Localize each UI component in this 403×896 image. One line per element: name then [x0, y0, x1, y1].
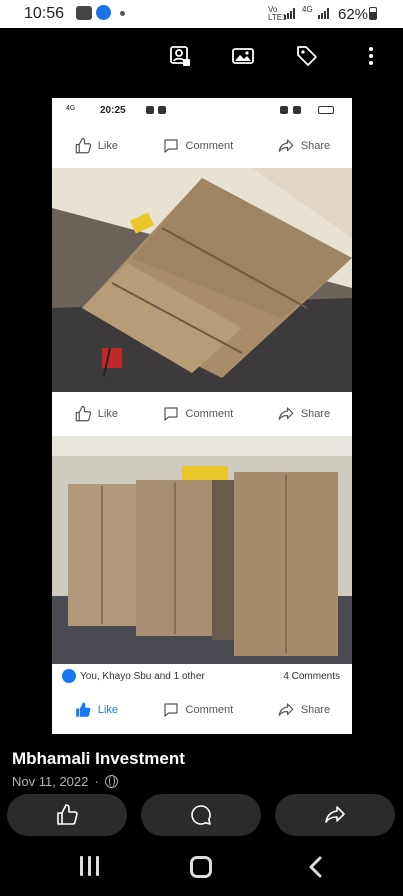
embedded-like-button-2: Like [74, 405, 118, 423]
embedded-settings-icon [146, 106, 154, 114]
embedded-comment-button-2: Comment [162, 405, 234, 423]
embedded-status-bar: 4G 20:25 [52, 98, 352, 122]
embedded-headphone-icon [280, 106, 288, 114]
meta-separator: · [94, 774, 99, 789]
embedded-share-button-3: Share [277, 701, 330, 719]
embedded-action-row-2: Like Comment Share [52, 392, 352, 436]
thumbs-up-icon [75, 405, 91, 422]
like-label: Like [97, 408, 118, 420]
like-label: Like [97, 704, 118, 716]
recents-button[interactable] [80, 856, 99, 876]
like-reaction-icon [62, 669, 76, 683]
comment-icon [191, 805, 211, 825]
share-button[interactable] [275, 794, 395, 836]
back-icon[interactable] [306, 856, 326, 878]
wardrobe-image-2 [52, 436, 352, 664]
globe-icon [104, 775, 118, 788]
signal-icon-2 [318, 8, 329, 19]
signal-icon [284, 8, 295, 19]
share-label: Share [300, 408, 331, 420]
wardrobe-image-1 [52, 168, 352, 396]
like-label: Like [97, 140, 118, 152]
share-icon [278, 703, 294, 716]
post-date[interactable]: Nov 11, 2022 [12, 774, 88, 789]
more-notifications-dot [120, 11, 125, 16]
embedded-vpn-icon [293, 106, 301, 114]
thumbs-up-icon [75, 137, 91, 154]
gallery-icon[interactable] [231, 44, 255, 68]
embedded-share-button-2: Share [277, 405, 330, 423]
gallery-notification-icon [76, 6, 92, 20]
embedded-network: 4G [66, 105, 76, 112]
system-nav-bar [0, 840, 403, 896]
messenger-notification-icon [96, 5, 111, 20]
tag-photo-icon[interactable] [168, 44, 192, 68]
share-label: Share [300, 704, 331, 716]
share-icon [278, 139, 294, 152]
comment-icon [163, 139, 178, 153]
home-button[interactable] [190, 856, 212, 878]
comment-label: Comment [185, 704, 234, 716]
more-icon[interactable] [359, 44, 383, 68]
tag-icon[interactable] [295, 44, 319, 68]
battery-percent: 62% [338, 6, 369, 23]
comment-button[interactable] [141, 794, 261, 836]
comment-label: Comment [185, 408, 234, 420]
embedded-like-button: Like [74, 137, 118, 155]
embedded-share-button: Share [277, 137, 330, 155]
embedded-action-row-3: Like Comment Share [52, 688, 352, 732]
wardrobe-photo-2 [52, 436, 352, 664]
embedded-time: 20:25 [100, 105, 126, 116]
share-icon [278, 407, 294, 420]
embedded-comment-button-3: Comment [162, 701, 234, 719]
status-bar: 10:56 Vo LTE1 4G 62% [0, 0, 403, 28]
share-icon [325, 806, 345, 823]
embedded-whatsapp-icon [158, 106, 166, 114]
network-type: 4G [302, 5, 313, 14]
embedded-action-row: Like Comment Share [52, 124, 352, 168]
reactions-summary: You, Khayo Sbu and 1 other 4 Comments [52, 664, 352, 688]
comment-icon [163, 407, 178, 421]
like-button[interactable] [7, 794, 127, 836]
comment-label: Comment [185, 140, 234, 152]
post-author[interactable]: Mbhamali Investment [12, 749, 185, 769]
battery-icon [369, 7, 377, 20]
post-meta: Nov 11, 2022 · [12, 774, 118, 789]
comment-icon [163, 703, 178, 717]
embedded-comment-button: Comment [162, 137, 234, 155]
share-label: Share [300, 140, 331, 152]
thumbs-up-filled-icon [76, 702, 91, 717]
comments-count: 4 Comments [283, 671, 340, 682]
embedded-like-button-3: Like [74, 701, 118, 719]
post-photo[interactable]: 4G 20:25 Like Comment Share Like Comment… [52, 98, 352, 734]
wardrobe-photo-1 [52, 168, 352, 396]
reaction-names: You, Khayo Sbu and 1 other [80, 671, 205, 682]
status-time: 10:56 [24, 5, 65, 22]
embedded-battery-icon [318, 106, 334, 114]
like-icon [57, 804, 78, 825]
